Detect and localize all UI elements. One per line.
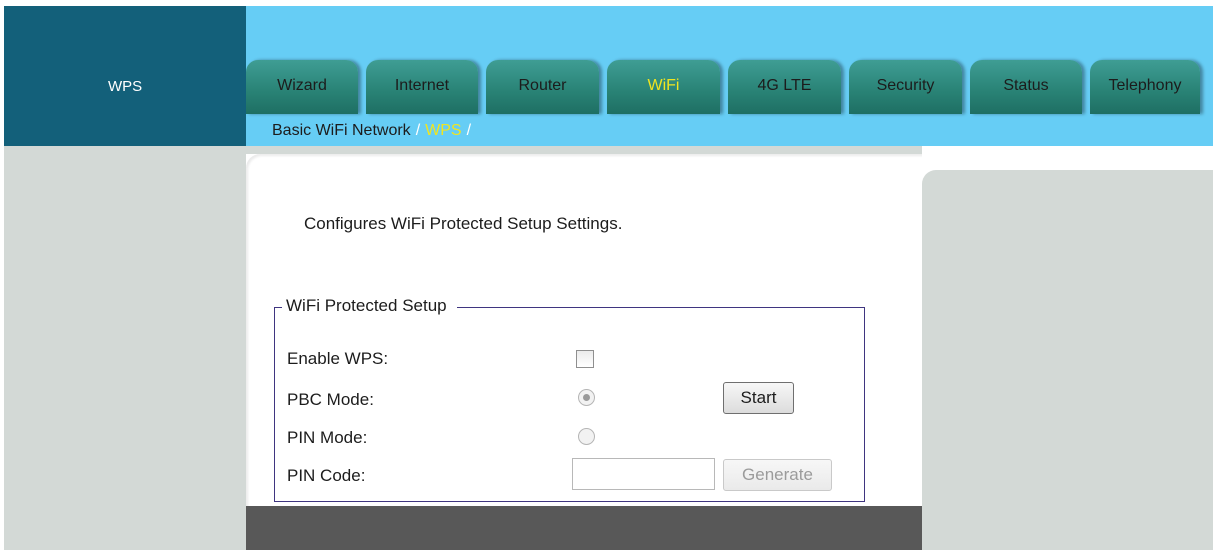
- pin-code-input[interactable]: [572, 458, 715, 490]
- breadcrumb-wps[interactable]: WPS: [425, 122, 461, 139]
- tab-wizard[interactable]: Wizard: [246, 60, 358, 114]
- tab-status[interactable]: Status: [970, 60, 1082, 114]
- breadcrumb: Basic WiFi Network / WPS /: [272, 122, 476, 140]
- start-button[interactable]: Start: [723, 382, 794, 414]
- breadcrumb-basic-wifi-network[interactable]: Basic WiFi Network: [272, 122, 411, 139]
- breadcrumb-separator-end: /: [466, 122, 472, 139]
- page-description: Configures WiFi Protected Setup Settings…: [304, 214, 623, 233]
- pbc-mode-radio[interactable]: [578, 389, 595, 406]
- wps-fieldset-legend: WiFi Protected Setup: [282, 296, 457, 316]
- footer-bar: [246, 506, 922, 550]
- tab-security[interactable]: Security: [849, 60, 962, 114]
- generate-button[interactable]: Generate: [723, 459, 832, 491]
- tab-internet[interactable]: Internet: [366, 60, 478, 114]
- right-panel: [922, 170, 1213, 550]
- enable-wps-label: Enable WPS:: [287, 349, 389, 368]
- tab-telephony[interactable]: Telephony: [1090, 60, 1200, 114]
- sidebar-title-text: WPS: [108, 78, 143, 95]
- pbc-mode-label: PBC Mode:: [287, 390, 374, 409]
- tab-wifi[interactable]: WiFi: [607, 60, 720, 114]
- main-tabs: Wizard Internet Router WiFi 4G LTE Secur…: [246, 60, 1213, 114]
- pin-mode-label: PIN Mode:: [287, 428, 368, 447]
- tab-4g-lte[interactable]: 4G LTE: [728, 60, 841, 114]
- content-top-strip: [246, 146, 922, 154]
- left-panel: [4, 146, 246, 550]
- pin-mode-radio[interactable]: [578, 428, 595, 445]
- breadcrumb-separator: /: [415, 122, 421, 139]
- sidebar-title: WPS: [4, 6, 246, 146]
- enable-wps-checkbox[interactable]: [576, 350, 594, 368]
- pin-code-label: PIN Code:: [287, 466, 366, 485]
- tab-router[interactable]: Router: [486, 60, 599, 114]
